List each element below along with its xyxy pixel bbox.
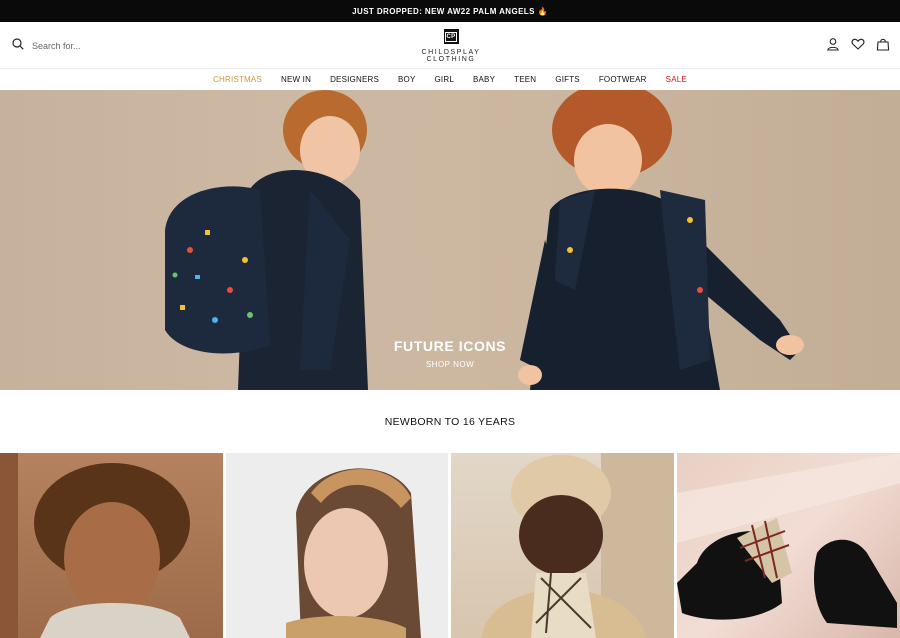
hero-shop-now-link[interactable]: SHOP NOW	[0, 360, 900, 369]
wishlist-heart-icon[interactable]	[851, 37, 865, 51]
category-tile-image	[0, 453, 190, 638]
nav-item-designers[interactable]: DESIGNERS	[321, 75, 389, 84]
category-tile-image	[481, 453, 674, 638]
site-logo[interactable]: CP CHILDSPLAY CLOTHING	[396, 29, 506, 63]
nav-item-sale[interactable]: SALE	[656, 75, 696, 84]
search-icon[interactable]	[12, 37, 24, 55]
nav-item-girl[interactable]: GIRL	[425, 75, 463, 84]
announcement-bar[interactable]: JUST DROPPED: NEW AW22 PALM ANGELS 🔥	[0, 0, 900, 22]
search-bar[interactable]	[12, 37, 152, 55]
nav-item-baby[interactable]: BABY	[463, 75, 504, 84]
nav-item-teen[interactable]: TEEN	[505, 75, 546, 84]
category-tile-girl[interactable]	[225, 453, 448, 638]
category-tile-footwear[interactable]	[676, 453, 900, 638]
main-nav: CHRISTMAS NEW IN DESIGNERS BOY GIRL BABY…	[0, 68, 900, 90]
search-input[interactable]	[32, 41, 152, 51]
announcement-text[interactable]: JUST DROPPED: NEW AW22 PALM ANGELS 🔥	[352, 7, 548, 16]
nav-item-christmas[interactable]: CHRISTMAS	[204, 75, 272, 84]
category-tile-baby[interactable]	[451, 453, 674, 638]
header-actions	[826, 37, 890, 51]
nav-item-new-in[interactable]: NEW IN	[271, 75, 320, 84]
logo-mark: CP	[443, 29, 459, 44]
hero-banner[interactable]: FUTURE ICONS SHOP NOW	[0, 90, 900, 390]
nav-item-gifts[interactable]: GIFTS	[546, 75, 590, 84]
logo-text: CHILDSPLAY CLOTHING	[421, 49, 481, 63]
category-tile-boy[interactable]	[0, 453, 223, 638]
category-tiles	[0, 453, 900, 638]
bag-icon[interactable]	[876, 37, 890, 51]
nav-item-boy[interactable]: BOY	[389, 75, 426, 84]
category-tile-image	[676, 453, 900, 628]
site-header: CP CHILDSPLAY CLOTHING	[0, 22, 900, 68]
hero-title: FUTURE ICONS	[393, 338, 507, 354]
section-title: NEWBORN TO 16 YEARS	[384, 416, 516, 428]
category-tile-image	[285, 468, 421, 638]
account-icon[interactable]	[826, 37, 840, 51]
nav-item-footwear[interactable]: FOOTWEAR	[589, 75, 656, 84]
